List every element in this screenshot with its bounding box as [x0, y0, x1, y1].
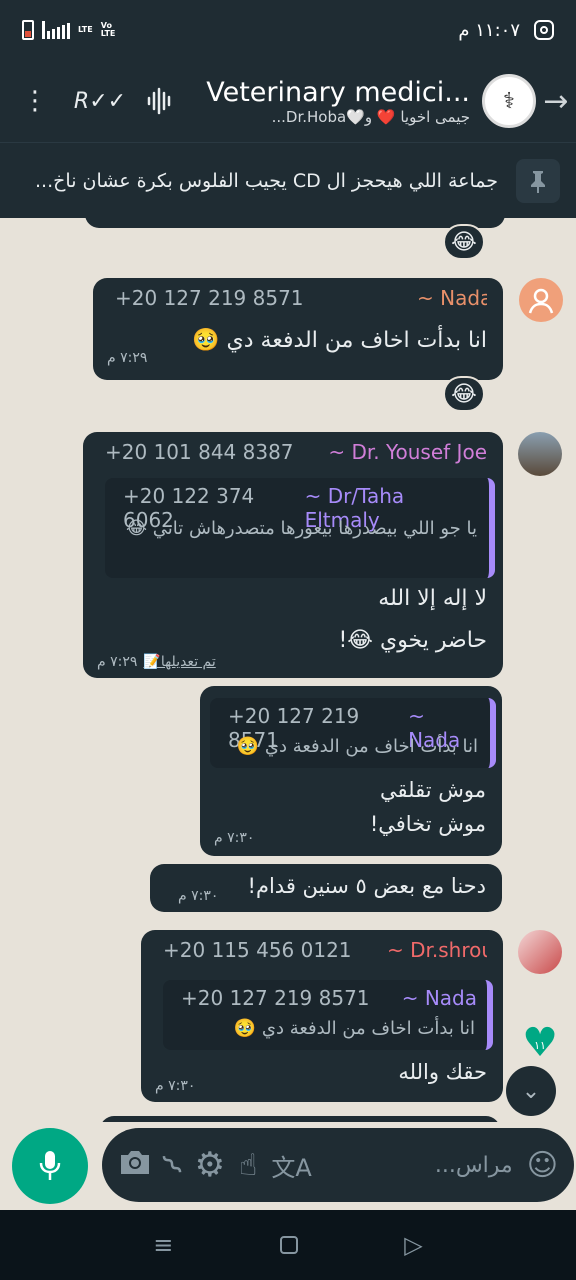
unread-badge[interactable]: ١١ — [522, 1027, 558, 1059]
quoted-message[interactable]: +20 122 374 6062 ~ Dr/Taha Eltmaly يا جو… — [105, 478, 495, 578]
message-text: موش تقلقي — [380, 778, 486, 802]
mic-button[interactable] — [12, 1128, 88, 1204]
system-navigation-bar: ≡ ▷ — [0, 1210, 576, 1280]
message-bubble[interactable]: +20 115 456 0121 ~ Dr.shrouk +20 127 219… — [141, 930, 503, 1102]
back-icon[interactable]: ▷ — [404, 1231, 422, 1259]
message-time: ٧:٣٠ م — [214, 830, 255, 846]
message-text: دحنا مع بعض ٥ سنين قدام! — [247, 874, 486, 898]
translate-icon[interactable]: 文A — [271, 1148, 311, 1183]
home-icon[interactable] — [279, 1236, 298, 1254]
settings-icon[interactable]: ⚙ — [195, 1145, 225, 1185]
message-time: ٧:٣٠ م — [178, 888, 219, 904]
message-time: ٧:٢٩ م — [107, 350, 148, 366]
reaction-badge[interactable]: 😂 — [443, 376, 485, 412]
message-bubble[interactable]: +20 101 844 8387 ~ Dr. Yousef Joe +20 12… — [83, 432, 503, 678]
message-text: حقك والله — [398, 1060, 487, 1084]
message-list[interactable]: 😂 +20 127 219 8571 ~ Nada انا بدأت اخاف … — [0, 218, 576, 1122]
sender-name[interactable]: ~ Nada — [417, 286, 487, 310]
group-avatar[interactable]: ⚕ — [482, 74, 536, 128]
avatar[interactable] — [519, 278, 563, 322]
status-time: ١١:٠٧ م — [458, 19, 520, 41]
chat-title: Veterinary medici... — [206, 76, 470, 108]
sender-phone: +20 115 456 0121 — [163, 938, 352, 962]
message-input-field[interactable]: ⌇ ⚙ ☝ 文A مراس... ☺ — [102, 1128, 574, 1202]
mark-read-icon[interactable]: R✓✓ — [70, 71, 130, 131]
emoji-icon[interactable]: ☺ — [527, 1148, 558, 1183]
pinned-message-text: جماعة اللي هيحجز ال CD يجيب الفلوس بكرة … — [35, 169, 498, 192]
message-bubble[interactable]: +20 127 219 8571 ~ Nada انا بدأت اخاف من… — [93, 278, 503, 380]
message-time: ٧:٢٩ م — [97, 654, 138, 670]
scroll-down-button[interactable]: ⌄ — [506, 1066, 556, 1116]
quote-sender: ~ Nada — [401, 986, 477, 1010]
message-bubble-outgoing[interactable]: +20 127 219 8571 ~ Nada انا بدأت اخاف من… — [200, 686, 502, 856]
audio-wave-icon[interactable] — [130, 71, 190, 131]
status-bar: LTE Vo LTE ١١:٠٧ م — [0, 0, 576, 60]
sender-name[interactable]: ~ Dr.shrouk — [387, 938, 487, 962]
quote-text: يا جو اللي بيصدرها بيعورها متصدرهاش تاني… — [126, 518, 477, 539]
attach-icon[interactable]: ⌇ — [156, 1147, 191, 1182]
message-text: حاضر يخوي 😂! — [338, 628, 487, 653]
input-bar: ⌇ ⚙ ☝ 文A مراس... ☺ — [0, 1122, 576, 1210]
pinned-message-bar[interactable]: جماعة اللي هيحجز ال CD يجيب الفلوس بكرة … — [0, 142, 576, 218]
quoted-message[interactable]: +20 127 219 8571 ~ Nada انا بدأت اخاف من… — [210, 698, 496, 768]
message-time: ٧:٣٠ م — [155, 1078, 196, 1094]
back-arrow-icon[interactable]: → — [536, 84, 576, 119]
quote-text: انا بدأت اخاف من الدفعة دي 🥹 — [236, 736, 478, 757]
message-meta: تم تعديلها📝 ٧:٢٩ م — [97, 654, 216, 670]
touch-icon[interactable]: ☝ — [239, 1148, 257, 1183]
battery-icon — [22, 20, 34, 40]
message-text: لا إله إلا الله — [378, 586, 487, 611]
edited-label[interactable]: تم تعديلها📝 — [143, 654, 215, 670]
message-bubble-outgoing[interactable]: دحنا مع بعض ٥ سنين قدام! ٧:٣٠ م — [150, 864, 502, 912]
quoted-message[interactable]: +20 127 219 8571 ~ Nada انا بدأت اخاف من… — [163, 980, 493, 1050]
message-text: انا بدأت اخاف من الدفعة دي 🥹 — [192, 328, 487, 353]
message-bubble[interactable] — [85, 218, 505, 228]
reaction-badge[interactable]: 😂 — [443, 224, 485, 260]
message-placeholder: مراس... — [434, 1152, 513, 1178]
message-text: موش تخافي! — [369, 812, 486, 836]
instagram-icon — [534, 20, 554, 40]
camera-icon[interactable] — [118, 1147, 152, 1184]
chat-title-block[interactable]: Veterinary medici... جيمى اخويا ❤️ و🤍Dr.… — [190, 77, 482, 126]
volte-label: Vo LTE — [100, 21, 116, 38]
pin-icon — [516, 158, 560, 203]
recent-apps-icon[interactable]: ≡ — [153, 1231, 173, 1259]
sender-phone: +20 101 844 8387 — [105, 440, 294, 464]
sender-name[interactable]: ~ Dr. Yousef Joe — [328, 440, 487, 464]
sender-phone: +20 127 219 8571 — [115, 286, 304, 310]
quote-phone: +20 127 219 8571 — [181, 986, 370, 1010]
quote-text: انا بدأت اخاف من الدفعة دي 🥹 — [233, 1018, 475, 1039]
chat-subtitle: جيمى اخويا ❤️ و🤍Dr.Hoba... — [271, 107, 470, 126]
avatar[interactable] — [518, 432, 562, 476]
network-label: LTE — [78, 25, 93, 34]
signal-icon — [42, 21, 70, 39]
avatar[interactable] — [518, 930, 562, 974]
chat-header: ⋮ R✓✓ Veterinary medici... جيمى اخويا ❤️… — [0, 60, 576, 142]
more-options-icon[interactable]: ⋮ — [0, 71, 70, 131]
